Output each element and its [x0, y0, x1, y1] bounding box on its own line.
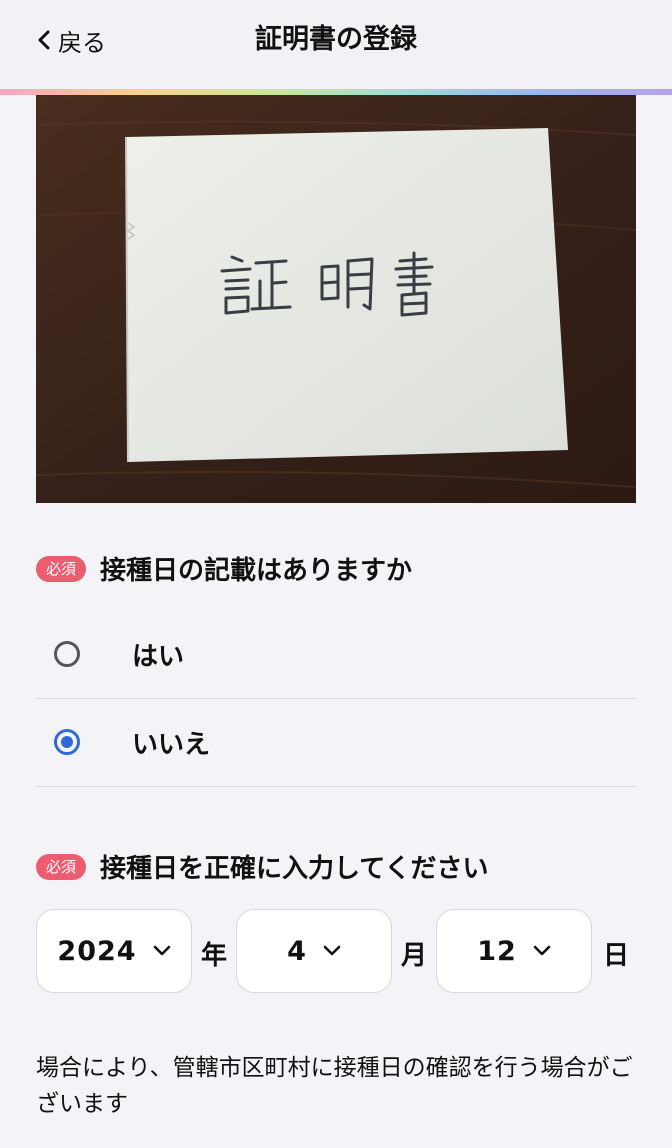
option-yes[interactable]: はい	[36, 610, 636, 699]
month-value: 4	[287, 935, 307, 967]
radio-unchecked-icon[interactable]	[54, 641, 80, 667]
certificate-photo	[36, 95, 636, 503]
required-badge: 必須	[36, 555, 87, 582]
option-no[interactable]: いいえ	[36, 698, 636, 787]
confirmation-note: 場合により、管轄市区町村に接種日の確認を行う場合がございます	[36, 1055, 633, 1117]
question-label: 接種日を正確に入力してください	[100, 854, 489, 884]
year-value: 2024	[57, 935, 137, 967]
required-badge: 必須	[36, 853, 87, 880]
year-unit: 年	[201, 941, 228, 971]
day-select[interactable]: 12	[436, 909, 592, 993]
question-label: 接種日の記載はありますか	[100, 556, 413, 586]
navigation-bar: 戻る 証明書の登録	[0, 0, 672, 89]
month-select[interactable]: 4	[236, 909, 392, 993]
month-unit: 月	[401, 941, 428, 971]
option-label: いいえ	[132, 729, 211, 760]
day-unit: 日	[603, 941, 630, 971]
year-select[interactable]: 2024	[36, 909, 192, 993]
chevron-down-icon	[533, 942, 551, 961]
day-value: 12	[477, 935, 517, 967]
chevron-down-icon	[153, 942, 171, 961]
page-title: 証明書の登録	[255, 24, 417, 55]
radio-checked-icon[interactable]	[54, 729, 80, 755]
question-date-written: 必須 接種日の記載はありますか	[36, 550, 412, 587]
option-label: はい	[132, 641, 185, 672]
question-date-input: 必須 接種日を正確に入力してください	[36, 848, 488, 885]
chevron-down-icon	[323, 942, 341, 961]
